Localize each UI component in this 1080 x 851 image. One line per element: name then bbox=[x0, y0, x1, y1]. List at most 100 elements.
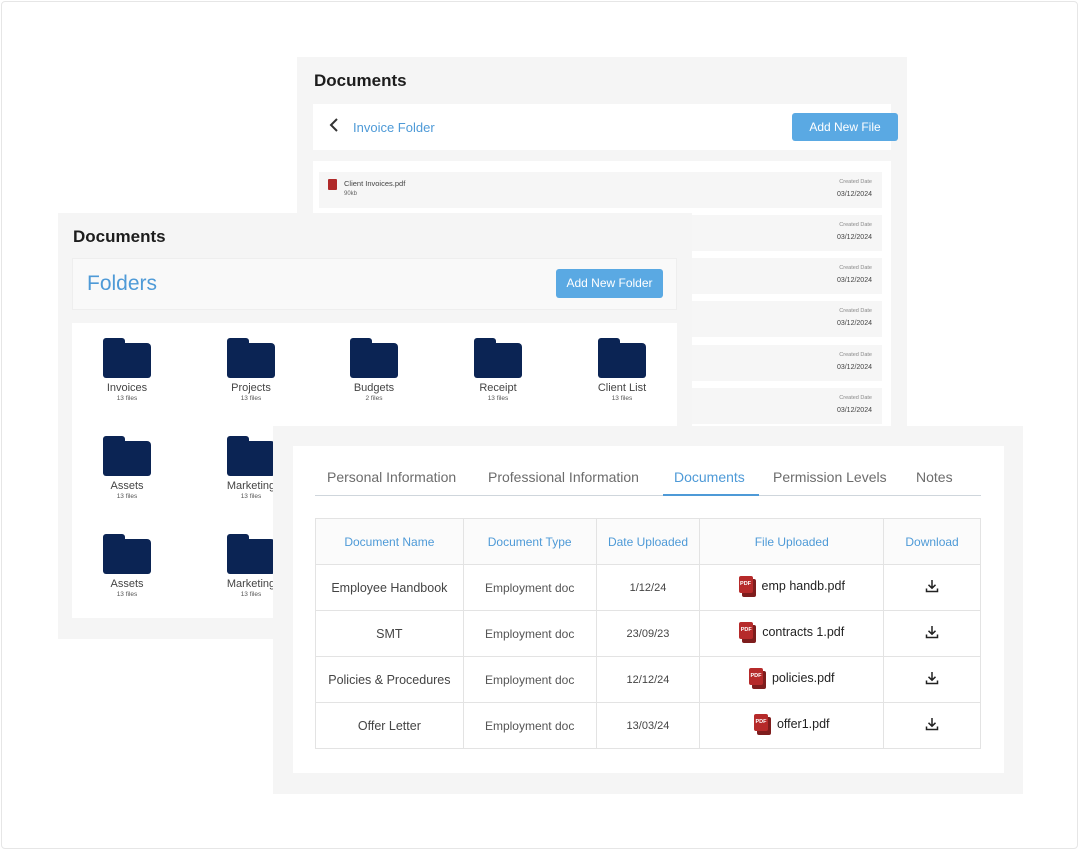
document-name: Employee Handbook bbox=[315, 564, 464, 611]
folder-icon bbox=[103, 338, 151, 378]
page-title: Documents bbox=[73, 227, 166, 246]
document-type: Employment doc bbox=[462, 610, 597, 657]
tab-bar: Personal Information Professional Inform… bbox=[315, 466, 981, 496]
folder-count: 13 files bbox=[240, 395, 262, 402]
folder-label: Client List bbox=[597, 382, 647, 394]
active-tab-indicator bbox=[663, 494, 759, 496]
table-row: Offer Letter Employment doc 13/03/24 PDF… bbox=[315, 702, 981, 749]
folder-projects[interactable]: Projects 13 files bbox=[196, 338, 306, 402]
folder-label: Invoices bbox=[106, 382, 148, 394]
created-date: 03/12/2024 bbox=[836, 191, 872, 198]
download-icon[interactable] bbox=[925, 671, 939, 685]
folder-icon bbox=[103, 534, 151, 574]
folder-budgets[interactable]: Budgets 2 files bbox=[319, 338, 429, 402]
folder-icon bbox=[598, 338, 646, 378]
chevron-left-icon[interactable] bbox=[327, 117, 345, 137]
folder-icon bbox=[227, 534, 275, 574]
folder-icon bbox=[474, 338, 522, 378]
pdf-icon: PDF bbox=[753, 713, 771, 735]
document-type: Employment doc bbox=[462, 702, 597, 749]
folder-icon bbox=[227, 338, 275, 378]
document-name: SMT bbox=[315, 610, 464, 657]
created-label: Created Date bbox=[839, 352, 872, 358]
column-header[interactable]: Document Type bbox=[462, 518, 597, 565]
column-header[interactable]: Document Name bbox=[315, 518, 464, 565]
table-row: SMT Employment doc 23/09/23 PDF contract… bbox=[315, 610, 981, 657]
folder-client-list[interactable]: Client List 13 files bbox=[567, 338, 677, 402]
folder-assets[interactable]: Assets 13 files bbox=[72, 534, 182, 598]
file-name: emp handb.pdf bbox=[761, 579, 845, 593]
created-date: 03/12/2024 bbox=[836, 320, 872, 327]
created-label: Created Date bbox=[839, 265, 872, 271]
created-date: 03/12/2024 bbox=[836, 234, 872, 241]
pdf-icon: PDF bbox=[748, 667, 766, 689]
download-icon[interactable] bbox=[925, 579, 939, 593]
folder-header-bar: Invoice Folder Add New File bbox=[313, 104, 898, 150]
folder-receipt[interactable]: Receipt 13 files bbox=[443, 338, 553, 402]
tab-professional-information[interactable]: Professional Information bbox=[488, 469, 639, 485]
add-new-file-button[interactable]: Add New File bbox=[792, 113, 898, 141]
uploaded-file-link[interactable]: PDF offer1.pdf bbox=[753, 713, 830, 735]
folder-invoices[interactable]: Invoices 13 files bbox=[72, 338, 182, 402]
column-header[interactable]: File Uploaded bbox=[699, 518, 885, 565]
date-uploaded: 1/12/24 bbox=[595, 564, 701, 611]
uploaded-file-link[interactable]: PDF emp handb.pdf bbox=[738, 575, 845, 597]
tab-permission-levels[interactable]: Permission Levels bbox=[773, 469, 887, 485]
folder-label: Receipt bbox=[479, 382, 517, 394]
date-uploaded: 13/03/24 bbox=[595, 702, 701, 749]
folder-title: Invoice Folder bbox=[353, 120, 435, 135]
folder-icon bbox=[350, 338, 398, 378]
folder-icon bbox=[227, 436, 275, 476]
created-label: Created Date bbox=[839, 308, 872, 314]
download-cell bbox=[883, 656, 981, 703]
folder-count: 13 files bbox=[116, 395, 138, 402]
file-name: Client Invoices.pdf bbox=[344, 179, 406, 188]
download-cell bbox=[883, 702, 981, 749]
file-size: 90kb bbox=[344, 191, 358, 197]
uploaded-file-link[interactable]: PDF policies.pdf bbox=[748, 667, 835, 689]
created-label: Created Date bbox=[839, 395, 872, 401]
folders-title: Folders bbox=[87, 272, 158, 295]
date-uploaded: 23/09/23 bbox=[595, 610, 701, 657]
download-icon[interactable] bbox=[925, 625, 939, 639]
file-name: offer1.pdf bbox=[776, 717, 830, 731]
folder-label: Budgets bbox=[353, 382, 395, 394]
file-uploaded-cell: PDF contracts 1.pdf bbox=[699, 610, 885, 657]
created-label: Created Date bbox=[839, 222, 872, 228]
table-header-row: Document Name Document Type Date Uploade… bbox=[315, 518, 981, 565]
download-icon[interactable] bbox=[925, 717, 939, 731]
file-name: contracts 1.pdf bbox=[762, 625, 845, 639]
folders-header-bar: Folders Add New Folder bbox=[72, 258, 677, 310]
documents-table: Document Name Document Type Date Uploade… bbox=[315, 518, 981, 749]
folder-count: 13 files bbox=[487, 395, 509, 402]
add-new-folder-button[interactable]: Add New Folder bbox=[556, 269, 663, 298]
folder-count: 13 files bbox=[611, 395, 633, 402]
file-row[interactable]: Client Invoices.pdf 90kb Created Date 03… bbox=[319, 172, 882, 208]
column-header[interactable]: Download bbox=[883, 518, 981, 565]
tab-notes[interactable]: Notes bbox=[916, 469, 953, 485]
document-name: Policies & Procedures bbox=[315, 656, 464, 703]
folder-label: Assets bbox=[110, 578, 144, 590]
file-uploaded-cell: PDF policies.pdf bbox=[699, 656, 885, 703]
folder-count: 13 files bbox=[116, 591, 138, 598]
file-uploaded-cell: PDF emp handb.pdf bbox=[699, 564, 885, 611]
download-cell bbox=[883, 610, 981, 657]
file-name: policies.pdf bbox=[771, 671, 835, 685]
pdf-icon: PDF bbox=[738, 575, 756, 597]
page-title: Documents bbox=[314, 71, 407, 90]
created-date: 03/12/2024 bbox=[836, 364, 872, 371]
folder-label: Assets bbox=[110, 480, 144, 492]
created-date: 03/12/2024 bbox=[836, 277, 872, 284]
folder-assets[interactable]: Assets 13 files bbox=[72, 436, 182, 500]
folder-label: Projects bbox=[231, 382, 271, 394]
tab-documents[interactable]: Documents bbox=[674, 469, 745, 485]
uploaded-file-link[interactable]: PDF contracts 1.pdf bbox=[739, 621, 845, 643]
file-uploaded-cell: PDF offer1.pdf bbox=[699, 702, 885, 749]
pdf-icon bbox=[328, 179, 337, 190]
tab-personal-information[interactable]: Personal Information bbox=[327, 469, 456, 485]
document-type: Employment doc bbox=[462, 656, 597, 703]
created-date: 03/12/2024 bbox=[836, 407, 872, 414]
document-type: Employment doc bbox=[462, 564, 597, 611]
documents-card: Personal Information Professional Inform… bbox=[293, 446, 1004, 773]
column-header[interactable]: Date Uploaded bbox=[595, 518, 701, 565]
